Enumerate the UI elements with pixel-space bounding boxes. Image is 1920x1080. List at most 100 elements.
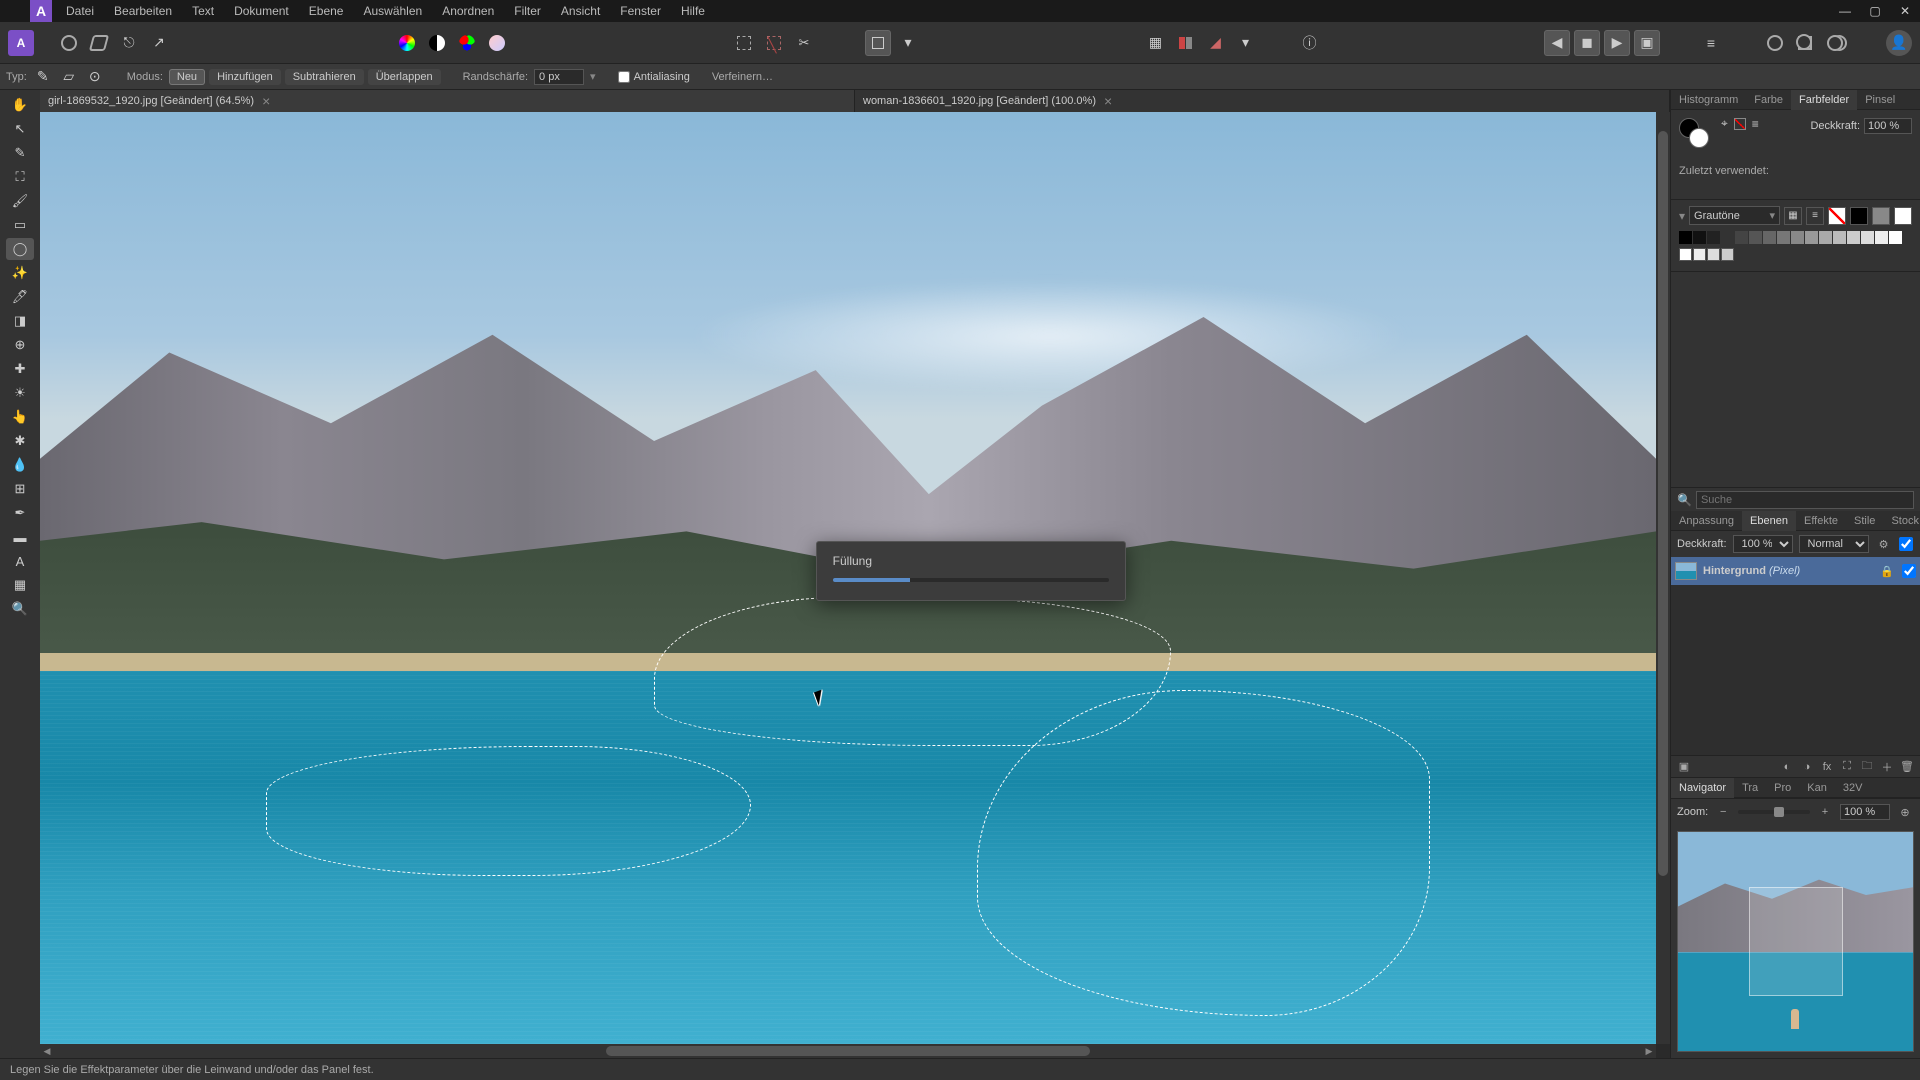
- persona-develop[interactable]: ⎋: [116, 30, 142, 56]
- swatch[interactable]: [1819, 231, 1832, 244]
- dodge-tool-icon[interactable]: ☀: [6, 382, 34, 404]
- swatch[interactable]: [1693, 231, 1706, 244]
- layer-settings-icon[interactable]: ⚙: [1875, 535, 1893, 553]
- swatch-white-icon[interactable]: [1894, 207, 1912, 225]
- swatch[interactable]: [1679, 248, 1692, 261]
- folder-icon[interactable]: 🗀: [1858, 758, 1876, 776]
- pen-tool-icon[interactable]: ✒: [6, 502, 34, 524]
- zoom-in-icon[interactable]: +: [1816, 803, 1834, 821]
- mask-icon[interactable]: ◐: [1778, 758, 1796, 776]
- flood-select-tool-icon[interactable]: ✨: [6, 262, 34, 284]
- swatch[interactable]: [1679, 231, 1692, 244]
- panel-tab-pinsel[interactable]: Pinsel: [1857, 90, 1903, 110]
- menu-ansicht[interactable]: Ansicht: [551, 0, 610, 22]
- menu-hilfe[interactable]: Hilfe: [671, 0, 715, 22]
- tab-close-icon[interactable]: ×: [262, 93, 270, 109]
- gradient-tool-icon[interactable]: ▦: [6, 574, 34, 596]
- zoom-slider[interactable]: [1738, 810, 1810, 814]
- inpaint-tool-icon[interactable]: ✚: [6, 358, 34, 380]
- polygon-selection-icon[interactable]: ▱: [59, 68, 79, 86]
- boolean-intersect-icon[interactable]: [1822, 30, 1848, 56]
- secondary-colour-icon[interactable]: [1689, 128, 1709, 148]
- crop-layer-icon[interactable]: ⛶: [1838, 758, 1856, 776]
- document-tab[interactable]: girl-1869532_1920.jpg [Geändert] (64.5%)…: [40, 90, 855, 112]
- freehand-selection-icon[interactable]: ✎: [33, 68, 53, 86]
- swatch[interactable]: [1833, 231, 1846, 244]
- paint-brush-tool-icon[interactable]: 🖊: [6, 286, 34, 308]
- zoom-tool-icon[interactable]: 🔍: [6, 598, 34, 620]
- greyscale-icon[interactable]: [424, 30, 450, 56]
- mirror-icon[interactable]: ◢: [1203, 30, 1229, 56]
- hand-tool-icon[interactable]: ✋: [6, 94, 34, 116]
- arrange-right-icon[interactable]: ▶: [1604, 30, 1630, 56]
- feather-dropdown-icon[interactable]: ▾: [590, 70, 596, 83]
- none-colour-icon[interactable]: [1734, 118, 1746, 130]
- panel-tab-effekte[interactable]: Effekte: [1796, 511, 1846, 531]
- menu-dokument[interactable]: Dokument: [224, 0, 299, 22]
- grid-icon[interactable]: ▦: [1143, 30, 1169, 56]
- arrange-stretch-icon[interactable]: ▣: [1634, 30, 1660, 56]
- mesh-warp-tool-icon[interactable]: ⊞: [6, 478, 34, 500]
- blend-mode-select[interactable]: Normal: [1799, 535, 1869, 553]
- menu-filter[interactable]: Filter: [504, 0, 551, 22]
- selection-refine-icon[interactable]: ✂: [791, 30, 817, 56]
- window-minimize[interactable]: —: [1830, 0, 1860, 22]
- erase-tool-icon[interactable]: ◨: [6, 310, 34, 332]
- swatch[interactable]: [1777, 231, 1790, 244]
- swatch[interactable]: [1707, 248, 1720, 261]
- layer-visible-toggle[interactable]: [1899, 537, 1913, 551]
- swatch-dropdown-arrow-icon[interactable]: ▾: [1679, 209, 1685, 223]
- clone-tool-icon[interactable]: ⊕: [6, 334, 34, 356]
- swatch[interactable]: [1805, 231, 1818, 244]
- boolean-subtract-icon[interactable]: [1792, 30, 1818, 56]
- dropdown-arrow-icon[interactable]: ▾: [1233, 30, 1259, 56]
- layer-item[interactable]: Hintergrund (Pixel) 🔒: [1671, 557, 1920, 585]
- swatch-none-icon[interactable]: [1828, 207, 1846, 225]
- swatch[interactable]: [1889, 231, 1902, 244]
- window-maximize[interactable]: ▢: [1860, 0, 1890, 22]
- crop-tool-icon[interactable]: ⛶: [6, 166, 34, 188]
- refine-button[interactable]: Verfeinern…: [712, 71, 773, 83]
- window-close[interactable]: ✕: [1890, 0, 1920, 22]
- layers-group-icon[interactable]: ▣: [1675, 758, 1693, 776]
- swatch[interactable]: [1763, 231, 1776, 244]
- delete-layer-icon[interactable]: 🗑: [1898, 758, 1916, 776]
- colour-selector[interactable]: [1679, 118, 1709, 148]
- rgb-icon[interactable]: [454, 30, 480, 56]
- adjustment-icon[interactable]: ◑: [1798, 758, 1816, 776]
- swatch[interactable]: [1875, 231, 1888, 244]
- panel-tab-pro[interactable]: Pro: [1766, 778, 1799, 798]
- swatch[interactable]: [1693, 248, 1706, 261]
- layer-visible-checkbox[interactable]: [1902, 564, 1916, 578]
- mode-subtrahieren[interactable]: Subtrahieren: [285, 69, 364, 85]
- swatch[interactable]: [1861, 231, 1874, 244]
- zoom-fit-icon[interactable]: ⊕: [1896, 803, 1914, 821]
- move-tool-icon[interactable]: ↖: [6, 118, 34, 140]
- info-icon[interactable]: ⓘ: [1297, 30, 1323, 56]
- vertical-scrollbar[interactable]: [1656, 112, 1670, 1044]
- menu-ebene[interactable]: Ebene: [299, 0, 354, 22]
- mode-überlappen[interactable]: Überlappen: [368, 69, 441, 85]
- swatch-preset-select[interactable]: Grautöne▾: [1689, 206, 1780, 225]
- swatch-black-icon[interactable]: [1850, 207, 1868, 225]
- add-layer-icon[interactable]: ＋: [1878, 758, 1896, 776]
- horizontal-scrollbar[interactable]: ◀ ▶: [40, 1044, 1656, 1058]
- search-input[interactable]: [1696, 491, 1914, 509]
- swatch[interactable]: [1847, 231, 1860, 244]
- persona-photo[interactable]: [56, 30, 82, 56]
- healing-tool-icon[interactable]: ✱: [6, 430, 34, 452]
- swatch[interactable]: [1707, 231, 1720, 244]
- menu-auswählen[interactable]: Auswählen: [353, 0, 432, 22]
- boolean-add-icon[interactable]: [1762, 30, 1788, 56]
- magnetic-selection-icon[interactable]: ⊙: [85, 68, 105, 86]
- panel-tab-tra[interactable]: Tra: [1734, 778, 1766, 798]
- marquee-tool-icon[interactable]: ▭: [6, 214, 34, 236]
- navigator-viewport[interactable]: [1749, 887, 1843, 997]
- panel-tab-farbfelder[interactable]: Farbfelder: [1791, 90, 1857, 110]
- colour-wheel-icon[interactable]: [394, 30, 420, 56]
- zoom-out-icon[interactable]: −: [1714, 803, 1732, 821]
- navigator-preview[interactable]: [1677, 831, 1914, 1052]
- menu-bearbeiten[interactable]: Bearbeiten: [104, 0, 182, 22]
- account-avatar[interactable]: 👤: [1886, 30, 1912, 56]
- persona-liquify[interactable]: [86, 30, 112, 56]
